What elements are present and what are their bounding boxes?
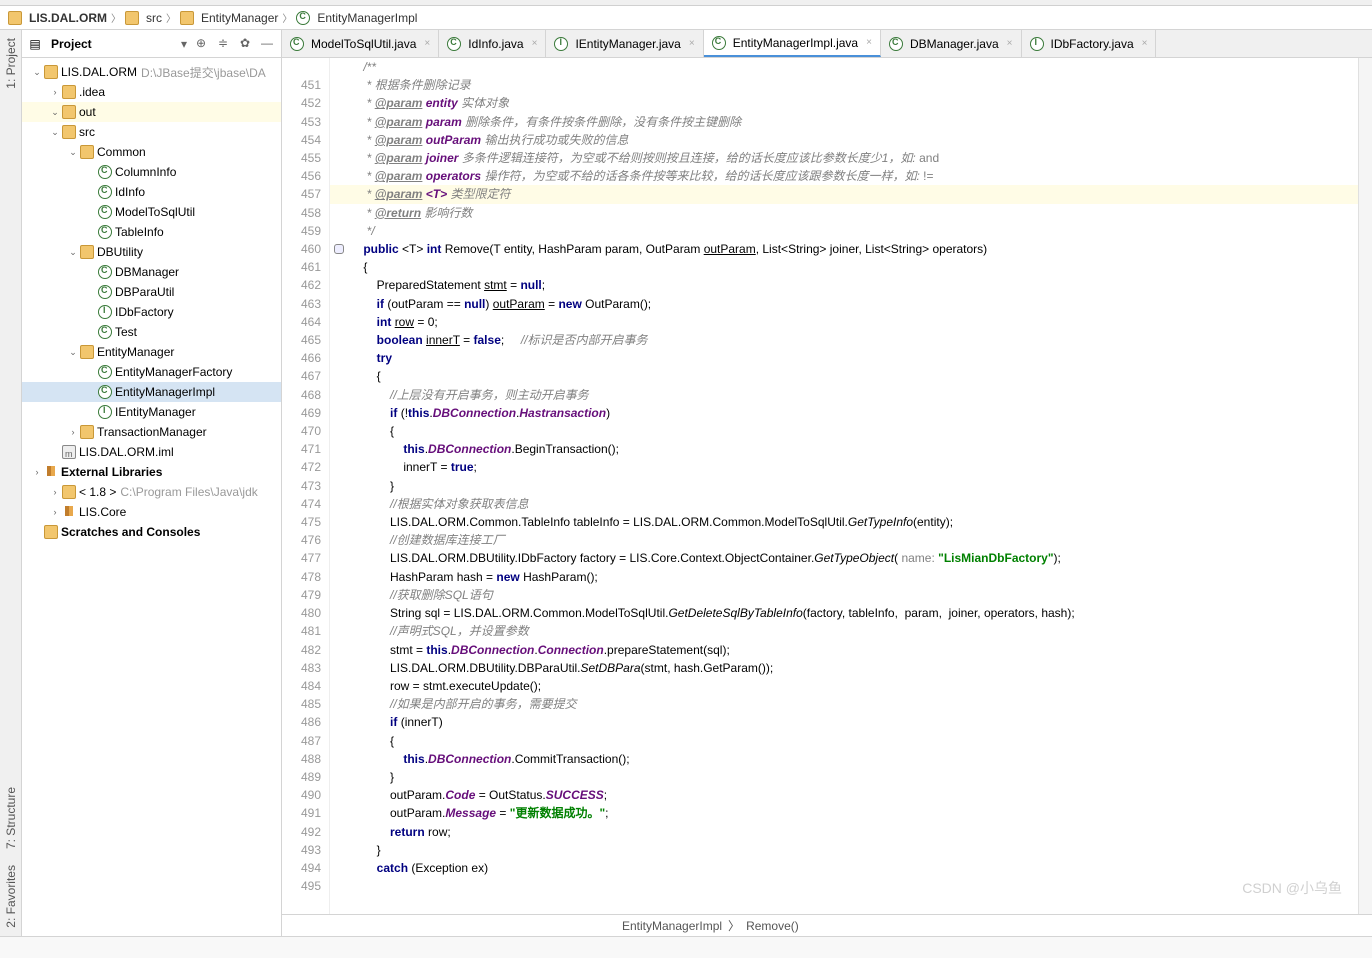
tree-item[interactable]: IdInfo xyxy=(22,182,281,202)
tree-item[interactable]: DBManager xyxy=(22,262,281,282)
watermark: CSDN @小乌鱼 xyxy=(1242,878,1342,898)
folder-icon xyxy=(125,11,139,25)
tree-item[interactable]: ⌄DBUtility xyxy=(22,242,281,262)
tree-item[interactable]: ›External Libraries xyxy=(22,462,281,482)
icf-icon xyxy=(44,525,58,539)
class-icon xyxy=(296,11,310,25)
editor-tabs[interactable]: ModelToSqlUtil.java×IdInfo.java×IEntityM… xyxy=(282,30,1372,58)
tree-item[interactable]: DBParaUtil xyxy=(22,282,281,302)
editor-tab[interactable]: IdInfo.java× xyxy=(439,30,546,57)
tree-item[interactable]: ⌄EntityManager xyxy=(22,342,281,362)
icf-icon xyxy=(62,85,76,99)
chevron-down-icon[interactable]: ▾ xyxy=(181,37,187,51)
crumb-item[interactable]: LIS.DAL.ORM xyxy=(29,11,107,25)
tree-item[interactable]: ⌄out xyxy=(22,102,281,122)
close-icon[interactable]: × xyxy=(689,38,695,49)
crumb-class[interactable]: EntityManagerImpl xyxy=(622,919,722,933)
tree-item[interactable]: Test xyxy=(22,322,281,342)
tree-item[interactable]: EntityManagerImpl xyxy=(22,382,281,402)
close-icon[interactable]: × xyxy=(532,38,538,49)
editor-tab[interactable]: IDbFactory.java× xyxy=(1022,30,1157,57)
editor-tab[interactable]: EntityManagerImpl.java× xyxy=(704,30,881,57)
expand-button[interactable]: ≑ xyxy=(215,36,231,52)
editor-tab[interactable]: IEntityManager.java× xyxy=(546,30,703,57)
icc-icon xyxy=(98,185,112,199)
crumb-item[interactable]: src xyxy=(146,11,162,25)
left-gutter: 1: Project 7: Structure 2: Favorites xyxy=(0,30,22,936)
icl-icon xyxy=(62,505,76,519)
crumb-item[interactable]: EntityManager xyxy=(201,11,278,25)
chevron-right-icon: 〉 xyxy=(166,10,176,25)
icc-icon xyxy=(98,385,112,399)
editor-breadcrumb: EntityManagerImpl 〉 Remove() xyxy=(282,914,1372,936)
gear-icon[interactable]: ✿ xyxy=(237,36,253,52)
icc-icon xyxy=(98,265,112,279)
tree-item[interactable]: ⌄LIS.DAL.ORM D:\JBase提交\jbase\DA xyxy=(22,62,281,82)
tree-item[interactable]: ›.idea xyxy=(22,82,281,102)
icf-icon xyxy=(80,425,94,439)
ici-icon xyxy=(98,305,112,319)
project-tool-button[interactable]: 1: Project xyxy=(4,30,18,97)
close-icon[interactable]: × xyxy=(866,37,872,48)
icc-icon xyxy=(98,225,112,239)
status-bar xyxy=(0,936,1372,958)
code-editor[interactable]: /** * 根据条件删除记录 * @param entity 实体对象 * @p… xyxy=(330,58,1358,914)
navigation-bar: LIS.DAL.ORM 〉 src 〉 EntityManager 〉 Enti… xyxy=(0,6,1372,30)
icm-icon xyxy=(62,445,76,459)
project-tree[interactable]: ⌄LIS.DAL.ORM D:\JBase提交\jbase\DA›.idea⌄o… xyxy=(22,58,281,936)
project-icon: ▤ xyxy=(28,37,42,51)
chevron-right-icon: 〉 xyxy=(728,917,740,934)
chevron-right-icon: 〉 xyxy=(282,10,292,25)
icc-icon xyxy=(98,285,112,299)
crumb-method[interactable]: Remove() xyxy=(746,919,799,933)
tree-item[interactable]: EntityManagerFactory xyxy=(22,362,281,382)
icf-icon xyxy=(80,145,94,159)
tree-item[interactable]: IDbFactory xyxy=(22,302,281,322)
tree-item[interactable]: TableInfo xyxy=(22,222,281,242)
icf-icon xyxy=(80,245,94,259)
icf-icon xyxy=(80,345,94,359)
icf-icon xyxy=(62,105,76,119)
tree-item[interactable]: LIS.DAL.ORM.iml xyxy=(22,442,281,462)
ici-icon xyxy=(98,405,112,419)
close-icon[interactable]: × xyxy=(1142,38,1148,49)
favorites-tool-button[interactable]: 2: Favorites xyxy=(4,857,18,936)
tree-item[interactable]: ⌄Common xyxy=(22,142,281,162)
editor-tab[interactable]: ModelToSqlUtil.java× xyxy=(282,30,439,57)
tree-item[interactable]: ›LIS.Core xyxy=(22,502,281,522)
icc-icon xyxy=(98,165,112,179)
icc-icon xyxy=(98,205,112,219)
folder-icon xyxy=(180,11,194,25)
tree-item[interactable]: Scratches and Consoles xyxy=(22,522,281,542)
tree-item[interactable]: ModelToSqlUtil xyxy=(22,202,281,222)
icf-icon xyxy=(62,125,76,139)
close-icon[interactable]: × xyxy=(1007,38,1013,49)
hide-button[interactable]: — xyxy=(259,36,275,52)
crumb-item[interactable]: EntityManagerImpl xyxy=(317,11,417,25)
folder-icon xyxy=(8,11,22,25)
project-panel: ▤ Project ▾ ⊕ ≑ ✿ — ⌄LIS.DAL.ORM D:\JBas… xyxy=(22,30,282,936)
tree-item[interactable]: ColumnInfo xyxy=(22,162,281,182)
close-icon[interactable]: × xyxy=(424,38,430,49)
project-title: Project xyxy=(51,37,175,51)
chevron-right-icon: 〉 xyxy=(111,10,121,25)
icl-icon xyxy=(44,465,58,479)
icc-icon xyxy=(98,325,112,339)
line-gutter: 4514524534544554564574584594604614624634… xyxy=(282,58,330,914)
icf-icon xyxy=(44,65,58,79)
structure-tool-button[interactable]: 7: Structure xyxy=(4,779,18,857)
error-stripe[interactable] xyxy=(1358,58,1372,914)
tree-item[interactable]: ⌄src xyxy=(22,122,281,142)
icf-icon xyxy=(62,485,76,499)
tree-item[interactable]: IEntityManager xyxy=(22,402,281,422)
editor-tab[interactable]: DBManager.java× xyxy=(881,30,1022,57)
tree-item[interactable]: ›TransactionManager xyxy=(22,422,281,442)
tree-item[interactable]: ›< 1.8 > C:\Program Files\Java\jdk xyxy=(22,482,281,502)
locate-button[interactable]: ⊕ xyxy=(193,36,209,52)
icc-icon xyxy=(98,365,112,379)
